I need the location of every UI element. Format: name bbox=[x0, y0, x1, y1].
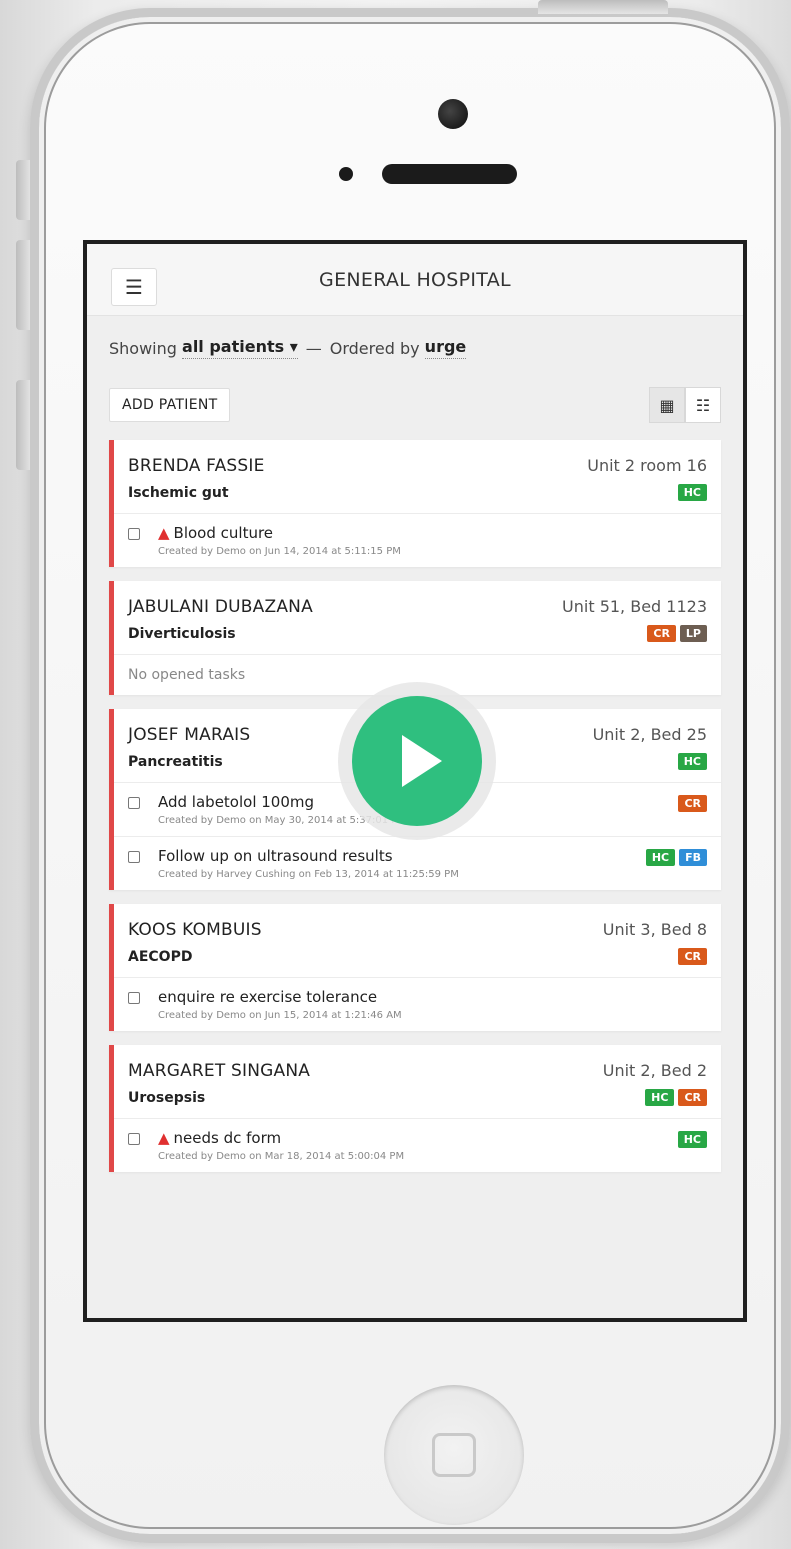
hamburger-icon[interactable]: ☰ bbox=[111, 268, 157, 306]
patient-card[interactable]: KOOS KOMBUIS Unit 3, Bed 8 AECOPD CR enqu… bbox=[109, 904, 721, 1031]
warning-icon: ▲ bbox=[158, 1129, 170, 1147]
filter-bar: Showing all patients ▾ — Ordered by urge bbox=[87, 316, 743, 380]
task-checkbox[interactable] bbox=[128, 992, 140, 1004]
tag-badge: HC bbox=[645, 849, 676, 866]
tag-badge: CR bbox=[678, 1089, 707, 1106]
patient-diagnosis: Diverticulosis bbox=[128, 625, 236, 642]
order-by-dropdown[interactable]: urge bbox=[424, 337, 467, 359]
patient-card[interactable]: JABULANI DUBAZANA Unit 51, Bed 1123 Diver… bbox=[109, 581, 721, 695]
filter-separator: — bbox=[305, 338, 322, 358]
volume-up-button bbox=[16, 240, 30, 330]
play-icon bbox=[402, 735, 442, 787]
patient-name: BRENDA FASSIE bbox=[128, 456, 265, 476]
patient-diagnosis: Ischemic gut bbox=[128, 484, 229, 501]
app-title: GENERAL HOSPITAL bbox=[319, 268, 511, 291]
tag-badge: HC bbox=[677, 1131, 707, 1148]
home-square-icon bbox=[432, 1433, 476, 1477]
task-meta: Created by Demo on Mar 18, 2014 at 5:00:… bbox=[158, 1151, 405, 1162]
patient-name: JABULANI DUBAZANA bbox=[128, 597, 313, 617]
task-checkbox[interactable] bbox=[128, 1133, 140, 1145]
patient-name: KOOS KOMBUIS bbox=[128, 920, 262, 940]
task-item: ▲ Blood culture Created by Demo on Jun 14… bbox=[114, 513, 721, 567]
tag-badge: FB bbox=[679, 849, 707, 866]
front-camera bbox=[438, 99, 468, 129]
task-checkbox[interactable] bbox=[128, 528, 140, 540]
power-button bbox=[538, 0, 668, 14]
patient-card[interactable]: MARGARET SINGANA Unit 2, Bed 2 Urosepsis … bbox=[109, 1045, 721, 1172]
tag-badge: CR bbox=[647, 625, 676, 642]
app-header: ☰ GENERAL HOSPITAL bbox=[87, 244, 743, 316]
patient-location: Unit 3, Bed 8 bbox=[602, 920, 707, 939]
patient-location: Unit 2 room 16 bbox=[587, 456, 707, 475]
volume-down-button bbox=[16, 380, 30, 470]
tag-badge: CR bbox=[678, 795, 707, 812]
patient-diagnosis: AECOPD bbox=[128, 948, 193, 965]
task-checkbox[interactable] bbox=[128, 851, 140, 863]
patient-name: MARGARET SINGANA bbox=[128, 1061, 311, 1081]
mute-switch bbox=[16, 160, 30, 220]
earpiece-speaker bbox=[382, 164, 517, 184]
patient-diagnosis: Urosepsis bbox=[128, 1089, 206, 1106]
task-title: needs dc form bbox=[173, 1129, 282, 1147]
patient-filter-dropdown[interactable]: all patients ▾ bbox=[182, 337, 298, 359]
tag-badge: HC bbox=[645, 1089, 675, 1106]
task-title: Follow up on ultrasound results bbox=[158, 847, 393, 865]
task-item: enquire re exercise tolerance Created by… bbox=[114, 977, 721, 1031]
patient-location: Unit 2, Bed 2 bbox=[602, 1061, 707, 1080]
grid-view-icon[interactable]: ▦ bbox=[649, 387, 685, 423]
task-meta: Created by Demo on Jun 15, 2014 at 1:21:… bbox=[158, 1010, 402, 1021]
showing-label: Showing bbox=[109, 338, 177, 358]
patient-diagnosis: Pancreatitis bbox=[128, 753, 223, 770]
tag-badge: CR bbox=[678, 948, 707, 965]
proximity-sensor bbox=[339, 167, 353, 181]
ordered-label: Ordered by bbox=[329, 338, 420, 358]
task-item: Follow up on ultrasound results Created … bbox=[114, 836, 721, 890]
home-button[interactable] bbox=[384, 1385, 524, 1525]
list-view-icon[interactable]: ☷ bbox=[685, 387, 721, 423]
task-title: Blood culture bbox=[173, 524, 274, 542]
add-patient-button[interactable]: ADD PATIENT bbox=[109, 388, 231, 422]
patient-name: JOSEF MARAIS bbox=[128, 725, 251, 745]
patient-location: Unit 2, Bed 25 bbox=[592, 725, 707, 744]
play-button[interactable] bbox=[338, 682, 496, 840]
patient-location: Unit 51, Bed 1123 bbox=[562, 597, 707, 616]
task-checkbox[interactable] bbox=[128, 797, 140, 809]
patient-card[interactable]: BRENDA FASSIE Unit 2 room 16 Ischemic gut… bbox=[109, 440, 721, 567]
warning-icon: ▲ bbox=[158, 524, 170, 542]
tag-badge: HC bbox=[677, 484, 707, 501]
task-meta: Created by Harvey Cushing on Feb 13, 201… bbox=[158, 869, 459, 880]
task-title: enquire re exercise tolerance bbox=[158, 988, 378, 1006]
tag-badge: LP bbox=[679, 625, 707, 642]
task-meta: Created by Demo on Jun 14, 2014 at 5:11:… bbox=[158, 546, 401, 557]
view-toggle: ▦ ☷ bbox=[649, 387, 721, 423]
task-item: ▲ needs dc form Created by Demo on Mar 18… bbox=[114, 1118, 721, 1172]
tag-badge: HC bbox=[677, 753, 707, 770]
toolbar: ADD PATIENT ▦ ☷ bbox=[87, 380, 743, 430]
